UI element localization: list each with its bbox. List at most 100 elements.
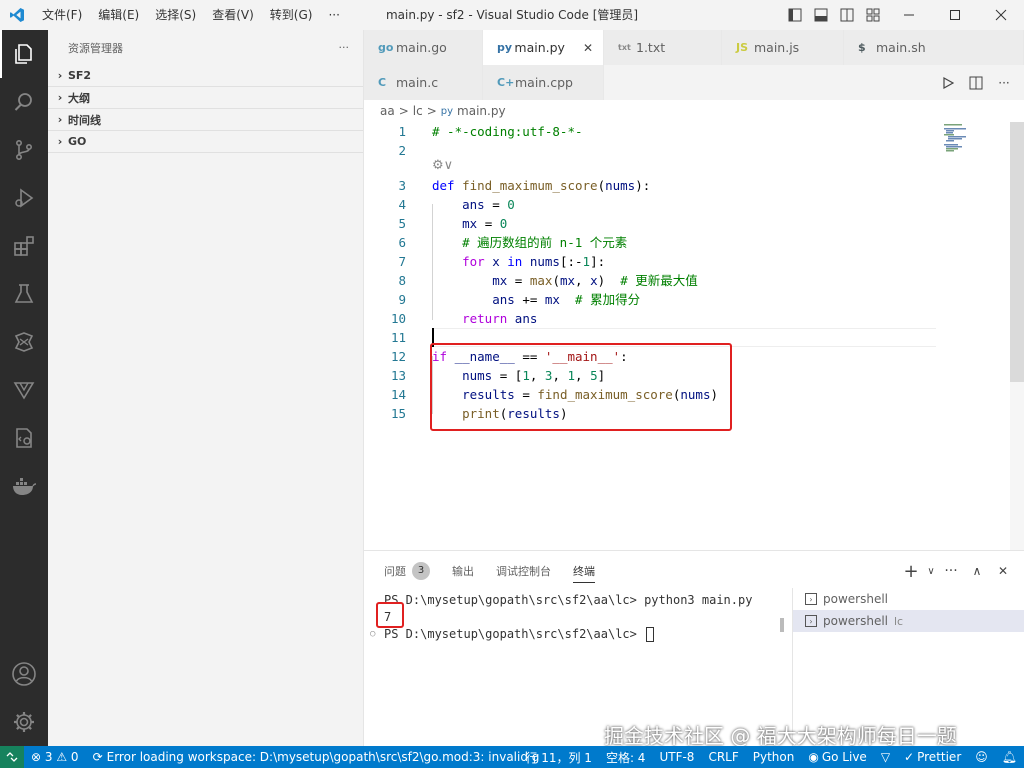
code-token: # 累加得分: [575, 292, 641, 307]
title-bar: 文件(F) 编辑(E) 选择(S) 查看(V) 转到(G) ··· main.p…: [0, 0, 1024, 30]
tab-main-py[interactable]: py main.py ✕: [483, 30, 604, 65]
workspace-status[interactable]: ⟳ Error loading workspace: D:\mysetup\gop…: [86, 750, 547, 764]
section-outline[interactable]: › 大纲: [48, 87, 363, 109]
problems-status[interactable]: ⊗ 3 ⚠ 0: [24, 750, 86, 764]
editor-actions: ···: [934, 65, 1024, 100]
breadcrumb-lc[interactable]: lc: [413, 104, 423, 118]
maximize-panel-icon[interactable]: ∧: [964, 564, 990, 578]
run-debug-icon[interactable]: [0, 174, 48, 222]
toggle-sidebar-icon[interactable]: [782, 0, 808, 30]
remote-indicator-icon[interactable]: [0, 746, 24, 768]
tab-debug-console[interactable]: 调试控制台: [496, 551, 551, 591]
tab-output[interactable]: 输出: [452, 551, 474, 591]
breadcrumb-main-py[interactable]: main.py: [457, 104, 506, 118]
maximize-icon[interactable]: [932, 0, 978, 30]
testing-icon[interactable]: [0, 270, 48, 318]
search-icon[interactable]: [0, 78, 48, 126]
toggle-panel-icon[interactable]: [808, 0, 834, 30]
run-file-icon[interactable]: [934, 76, 962, 89]
breadcrumb-aa[interactable]: aa: [380, 104, 395, 118]
prettier-status[interactable]: ✓ Prettier: [897, 750, 968, 764]
terminal-item-powershell-lc[interactable]: › powershell lc: [793, 610, 1024, 632]
code-text: mx = 0: [432, 214, 507, 233]
menu-go[interactable]: 转到(G): [262, 0, 321, 30]
vscode-logo-icon: [0, 0, 34, 30]
code-line[interactable]: 6 # 遍历数组的前 n-1 个元素: [364, 233, 944, 252]
code-line[interactable]: 9 ans += mx # 累加得分: [364, 290, 944, 309]
line-number: 13: [390, 368, 406, 383]
line-number: 12: [390, 349, 406, 364]
menu-edit[interactable]: 编辑(E): [90, 0, 147, 30]
tab-problems[interactable]: 问题 3: [384, 551, 430, 591]
explorer-icon[interactable]: [0, 30, 48, 78]
menu-more[interactable]: ···: [320, 0, 347, 30]
tab-label: 输出: [452, 565, 474, 578]
tab-main-cpp[interactable]: C+ main.cpp: [483, 65, 604, 100]
terminal-dropdown-icon[interactable]: ∨: [924, 566, 938, 577]
terminal-item-powershell[interactable]: › powershell: [793, 588, 1024, 610]
toggle-secondary-sidebar-icon[interactable]: [834, 0, 860, 30]
notifications-bell-icon[interactable]: 🔔︎: [995, 750, 1024, 764]
close-tab-icon[interactable]: ✕: [583, 41, 593, 55]
section-label: GO: [68, 135, 87, 148]
remote-explorer-icon[interactable]: [0, 414, 48, 462]
code-token: =: [507, 273, 530, 288]
tab-1-txt[interactable]: txt 1.txt: [604, 30, 722, 65]
tab-main-go[interactable]: go main.go: [364, 30, 483, 65]
code-lens-icon[interactable]: ⚙∨: [432, 158, 453, 173]
menu-view[interactable]: 查看(V): [204, 0, 262, 30]
panel-more-icon[interactable]: ···: [938, 563, 964, 579]
menu-selection[interactable]: 选择(S): [147, 0, 204, 30]
minimap[interactable]: [940, 122, 1000, 162]
editor-scrollbar-thumb[interactable]: [1010, 122, 1024, 382]
menu-file[interactable]: 文件(F): [34, 0, 90, 30]
tab-main-sh[interactable]: $ main.sh: [844, 30, 1024, 65]
vue-icon[interactable]: [0, 366, 48, 414]
tab-terminal[interactable]: 终端: [573, 551, 595, 591]
terminal-scrollbar[interactable]: [780, 618, 784, 632]
code-line[interactable]: 3 def find_maximum_score(nums):: [364, 176, 944, 195]
feedback-icon[interactable]: ☺: [968, 750, 995, 764]
line-ending[interactable]: CRLF: [701, 750, 745, 764]
code-line[interactable]: 7 for x in nums[:-1]:: [364, 252, 944, 271]
tab-main-c[interactable]: Cmain.c: [364, 65, 483, 100]
section-timeline[interactable]: › 时间线: [48, 109, 363, 131]
code-line[interactable]: 8 mx = max(mx, x) # 更新最大值: [364, 271, 944, 290]
javascript-file-icon: JS: [736, 41, 749, 54]
split-editor-icon[interactable]: [962, 76, 990, 90]
close-window-icon[interactable]: [978, 0, 1024, 30]
source-control-icon[interactable]: [0, 126, 48, 174]
tab-main-js[interactable]: JS main.js: [722, 30, 844, 65]
language-mode[interactable]: Python: [746, 750, 802, 764]
settings-gear-icon[interactable]: [0, 698, 48, 746]
go-live-button[interactable]: ◉ Go Live: [801, 750, 873, 764]
code-line[interactable]: 4 ans = 0: [364, 195, 944, 214]
code-token: ): [597, 273, 621, 288]
go-live-icon[interactable]: [0, 318, 48, 366]
new-terminal-icon[interactable]: +: [898, 561, 924, 582]
code-line[interactable]: 1 # -*-coding:utf-8-*-: [364, 122, 944, 141]
code-token: x: [590, 273, 598, 288]
section-sf2[interactable]: › SF2: [48, 65, 363, 87]
indentation[interactable]: 空格: 4: [599, 749, 653, 766]
code-line[interactable]: 5 mx = 0: [364, 214, 944, 233]
code-editor[interactable]: 1 # -*-coding:utf-8-*- 2 3 def find_maximum_…: [364, 122, 1024, 550]
explorer-more-actions[interactable]: ···: [339, 41, 350, 54]
more-actions-icon[interactable]: ···: [990, 76, 1018, 90]
python-file-icon: py: [440, 105, 454, 117]
minimize-icon[interactable]: [886, 0, 932, 30]
customize-layout-icon[interactable]: [860, 0, 886, 30]
docker-icon[interactable]: [0, 462, 48, 510]
section-go[interactable]: › GO: [48, 131, 363, 153]
extensions-icon[interactable]: [0, 222, 48, 270]
account-icon[interactable]: [0, 650, 48, 698]
encoding[interactable]: UTF-8: [652, 750, 701, 764]
tab-row-2: Cmain.c C+ main.cpp ···: [364, 65, 1024, 100]
cursor-position[interactable]: 行 11，列 1: [518, 749, 599, 766]
warning-count: ⚠ 0: [56, 750, 79, 764]
tab-row-1: go main.go py main.py ✕ txt 1.txt JS main.js …: [364, 30, 1024, 65]
close-panel-icon[interactable]: ✕: [990, 564, 1016, 578]
vue-status-icon[interactable]: ▽: [874, 750, 897, 764]
code-line[interactable]: 10 return ans: [364, 309, 944, 328]
